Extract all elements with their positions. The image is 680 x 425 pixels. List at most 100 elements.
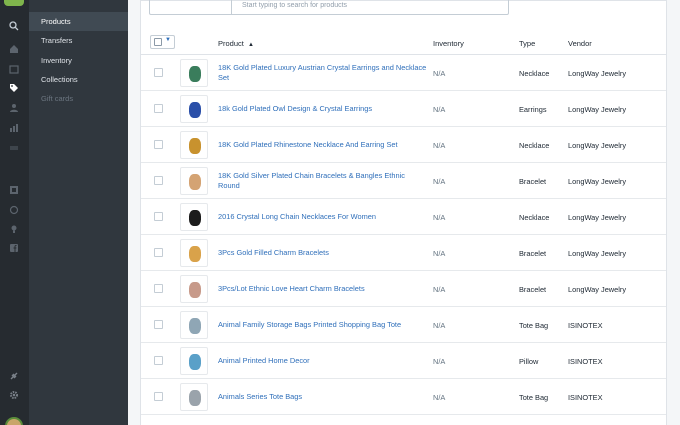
table-row[interactable]: 3Pcs/Lot Ethnic Love Heart Charm Bracele…: [141, 271, 666, 307]
home-icon[interactable]: [7, 44, 21, 58]
column-header-inventory[interactable]: Inventory: [433, 39, 464, 48]
type-value: Bracelet: [519, 285, 547, 294]
product-image: [189, 66, 201, 82]
subnav-item-gift-cards[interactable]: Gift cards: [29, 89, 128, 108]
product-image: [189, 174, 201, 190]
column-header-product-label: Product: [218, 39, 244, 48]
row-checkbox[interactable]: [154, 356, 163, 365]
products-card: Start typing to search for products ▼ Pr…: [140, 0, 667, 425]
product-search-bar[interactable]: Start typing to search for products: [149, 0, 509, 15]
row-checkbox[interactable]: [154, 392, 163, 401]
table-row[interactable]: Animal Printed Home Decor N/A Pillow ISINOT…: [141, 343, 666, 379]
product-name-link[interactable]: 2016 Crystal Long Chain Necklaces For Wo…: [218, 212, 428, 222]
inventory-value: N/A: [433, 177, 446, 186]
type-value: Necklace: [519, 69, 550, 78]
product-thumbnail[interactable]: [180, 167, 208, 195]
search-input[interactable]: Start typing to search for products: [242, 2, 347, 9]
filter-dropdown[interactable]: [150, 0, 232, 14]
vendor-value: LongWay Jewelry: [568, 285, 627, 294]
subnav-item-collections[interactable]: Collections: [29, 70, 128, 89]
row-checkbox[interactable]: [154, 320, 163, 329]
vendor-value: LongWay Jewelry: [568, 249, 627, 258]
product-image: [189, 390, 201, 406]
inventory-value: N/A: [433, 213, 446, 222]
products-icon[interactable]: [7, 83, 21, 97]
vendor-value: LongWay Jewelry: [568, 105, 627, 114]
subnav-item-inventory[interactable]: Inventory: [29, 51, 128, 70]
products-subnav: Products Transfers Inventory Collections…: [29, 0, 128, 425]
table-row[interactable]: 3Pcs Gold Filled Charm Bracelets N/A Brace…: [141, 235, 666, 271]
row-checkbox[interactable]: [154, 104, 163, 113]
inventory-value: N/A: [433, 141, 446, 150]
product-thumbnail[interactable]: [180, 203, 208, 231]
row-checkbox[interactable]: [154, 140, 163, 149]
inventory-value: N/A: [433, 357, 446, 366]
reports-icon[interactable]: [7, 123, 21, 137]
product-thumbnail[interactable]: [180, 131, 208, 159]
orders-icon[interactable]: [7, 64, 21, 78]
product-name-link[interactable]: Animal Printed Home Decor: [218, 356, 428, 366]
product-thumbnail[interactable]: [180, 59, 208, 87]
product-image: [189, 354, 201, 370]
plug-icon[interactable]: [7, 371, 21, 385]
row-checkbox[interactable]: [154, 212, 163, 221]
row-checkbox[interactable]: [154, 248, 163, 257]
facebook-icon[interactable]: [7, 243, 21, 257]
product-name-link[interactable]: Animal Family Storage Bags Printed Shopp…: [218, 320, 428, 330]
avatar[interactable]: [5, 417, 23, 425]
product-name-link[interactable]: 18K Gold Silver Plated Chain Bracelets &…: [218, 171, 428, 191]
type-value: Pillow: [519, 357, 539, 366]
table-row[interactable]: 18K Gold Plated Rhinestone Necklace And …: [141, 127, 666, 163]
product-thumbnail[interactable]: [180, 95, 208, 123]
vendor-value: LongWay Jewelry: [568, 213, 627, 222]
vendor-value: LongWay Jewelry: [568, 177, 627, 186]
table-row[interactable]: Animal Family Storage Bags Printed Shopp…: [141, 307, 666, 343]
buy-button-icon[interactable]: [7, 224, 21, 238]
row-checkbox[interactable]: [154, 176, 163, 185]
product-thumbnail[interactable]: [180, 347, 208, 375]
product-name-link[interactable]: 3Pcs Gold Filled Charm Bracelets: [218, 248, 428, 258]
table-row[interactable]: 18K Gold Plated Luxury Austrian Crystal …: [141, 55, 666, 91]
chevron-down-icon[interactable]: ▼: [165, 37, 171, 43]
vendor-value: LongWay Jewelry: [568, 69, 627, 78]
select-all-checkbox[interactable]: [154, 38, 162, 46]
table-row[interactable]: 2016 Crystal Long Chain Necklaces For Wo…: [141, 199, 666, 235]
type-value: Tote Bag: [519, 393, 549, 402]
inventory-value: N/A: [433, 69, 446, 78]
product-name-link[interactable]: 3Pcs/Lot Ethnic Love Heart Charm Bracele…: [218, 284, 428, 294]
product-name-link[interactable]: Animals Series Tote Bags: [218, 392, 428, 402]
table-row[interactable]: 18k Gold Plated Owl Design & Crystal Ear…: [141, 91, 666, 127]
table-row[interactable]: Animals Series Tote Bags N/A Tote Bag ISINO…: [141, 379, 666, 415]
product-image: [189, 138, 201, 154]
product-thumbnail[interactable]: [180, 275, 208, 303]
product-name-link[interactable]: 18K Gold Plated Luxury Austrian Crystal …: [218, 63, 428, 83]
subnav-item-transfers[interactable]: Transfers: [29, 31, 128, 50]
type-value: Earrings: [519, 105, 547, 114]
row-checkbox[interactable]: [154, 68, 163, 77]
discounts-icon[interactable]: [7, 143, 21, 157]
product-name-link[interactable]: 18K Gold Plated Rhinestone Necklace And …: [218, 140, 428, 150]
settings-icon[interactable]: [7, 390, 21, 404]
product-thumbnail[interactable]: [180, 239, 208, 267]
customers-icon[interactable]: [7, 103, 21, 117]
search-icon[interactable]: [7, 21, 21, 35]
table-header: ▼ Product ▲ Inventory Type Vendor: [141, 31, 666, 55]
product-thumbnail[interactable]: [180, 383, 208, 411]
subnav-item-products[interactable]: Products: [29, 12, 128, 31]
pos-icon[interactable]: [7, 205, 21, 219]
product-name-link[interactable]: 18k Gold Plated Owl Design & Crystal Ear…: [218, 104, 428, 114]
inventory-value: N/A: [433, 249, 446, 258]
table-row[interactable]: 18K Gold Silver Plated Chain Bracelets &…: [141, 163, 666, 199]
column-header-type[interactable]: Type: [519, 39, 535, 48]
row-checkbox[interactable]: [154, 284, 163, 293]
product-image: [189, 282, 201, 298]
store-logo[interactable]: [4, 0, 24, 6]
product-thumbnail[interactable]: [180, 311, 208, 339]
bulk-select[interactable]: ▼: [150, 35, 175, 49]
product-image: [189, 210, 201, 226]
type-value: Necklace: [519, 141, 550, 150]
column-header-product[interactable]: Product ▲: [218, 39, 254, 48]
column-header-vendor[interactable]: Vendor: [568, 39, 592, 48]
online-store-icon[interactable]: [7, 185, 21, 199]
type-value: Bracelet: [519, 177, 547, 186]
